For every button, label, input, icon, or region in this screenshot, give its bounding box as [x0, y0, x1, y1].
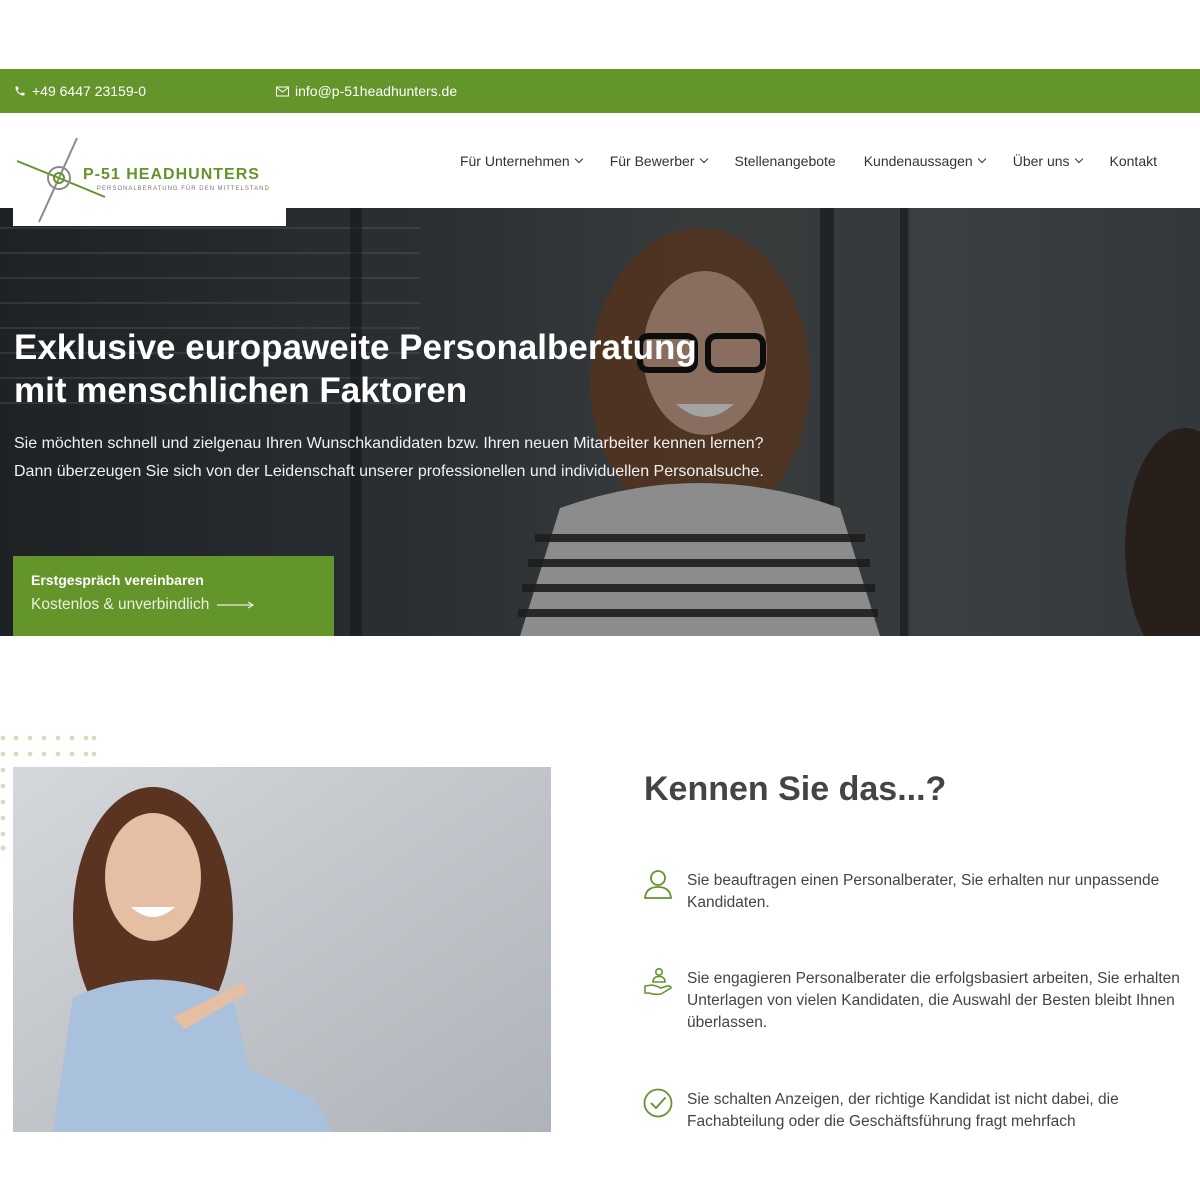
nav-item-stellenangebote[interactable]: Stellenangebote	[735, 153, 836, 169]
hero-heading-line2: mit menschlichen Faktoren	[14, 371, 468, 410]
nav-label: Kontakt	[1109, 152, 1157, 169]
arrow-right-icon	[217, 601, 255, 609]
logo-subtitle: PERSONALBERATUNG FÜR DEN MITTELSTAND	[97, 186, 270, 192]
chevron-down-icon	[699, 154, 708, 163]
phone-icon	[15, 86, 25, 96]
top-contact-bar: +49 6447 23159-0 info@p-51headhunters.de	[0, 69, 1200, 113]
chevron-down-icon	[574, 154, 583, 163]
phone-contact[interactable]: +49 6447 23159-0	[14, 69, 146, 113]
hand-with-person-icon	[644, 967, 672, 996]
nav-label: Kundenaussagen	[863, 152, 973, 169]
logo-title: P-51 HEADHUNTERS	[83, 166, 260, 183]
email-address: info@p-51headhunters.de	[295, 83, 458, 99]
email-contact[interactable]: info@p-51headhunters.de	[276, 69, 457, 113]
envelope-icon	[276, 86, 289, 96]
woman-pointing-image	[13, 767, 551, 1132]
hero-heading: Exklusive europaweite Personalberatung m…	[14, 326, 814, 412]
section-heading: Kennen Sie das...?	[644, 770, 947, 808]
pain-point-text: Sie engagieren Personalberater die erfol…	[687, 970, 1180, 1031]
nav-label: Stellenangebote	[734, 152, 836, 169]
cta-secondary-row: Kostenlos & unverbindlich	[31, 596, 255, 614]
woman-pointing-photo	[13, 767, 551, 1132]
person-icon	[644, 870, 672, 899]
nav-label: Über uns	[1012, 152, 1070, 169]
hero-description: Sie möchten schnell und zielgenau Ihren …	[14, 435, 764, 480]
cta-secondary-label: Kostenlos & unverbindlich	[31, 596, 210, 613]
pain-point-text: Sie beauftragen einen Personalberater, S…	[687, 872, 1160, 911]
nav-item-fuer-unternehmen[interactable]: Für Unternehmen	[459, 152, 583, 169]
cta-primary-label: Erstgespräch vereinbaren	[31, 572, 204, 588]
main-navigation: Für Unternehmen Für Bewerber Stellenange…	[460, 113, 1157, 208]
nav-item-ueber-uns[interactable]: Über uns	[1012, 152, 1083, 169]
nav-item-kontakt[interactable]: Kontakt	[1110, 153, 1157, 169]
consultation-cta-button[interactable]: Erstgespräch vereinbaren Kostenlos & unv…	[13, 556, 334, 636]
chevron-down-icon	[977, 154, 986, 163]
check-circle-icon	[643, 1088, 673, 1118]
nav-item-fuer-bewerber[interactable]: Für Bewerber	[609, 152, 708, 169]
hero-section: Exklusive europaweite Personalberatung m…	[0, 208, 1200, 636]
chevron-down-icon	[1074, 154, 1083, 163]
phone-number: +49 6447 23159-0	[32, 83, 147, 99]
hero-heading-line1: Exklusive europaweite Personalberatung	[14, 328, 697, 367]
nav-item-kundenaussagen[interactable]: Kundenaussagen	[863, 152, 986, 169]
nav-label: Für Unternehmen	[459, 152, 570, 169]
site-logo[interactable]: P-51 HEADHUNTERS PERSONALBERATUNG FÜR DE…	[13, 121, 286, 226]
nav-label: Für Bewerber	[609, 152, 695, 169]
pain-point-text: Sie schalten Anzeigen, der richtige Kand…	[687, 1091, 1119, 1130]
